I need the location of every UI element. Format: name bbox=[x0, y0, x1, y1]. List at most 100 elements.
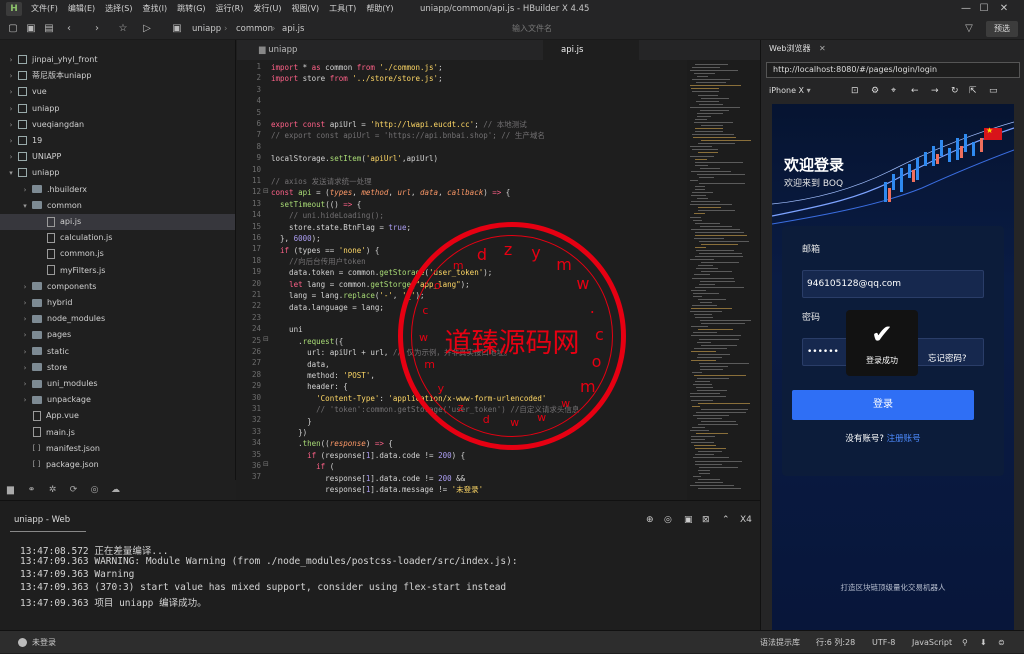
tab-uniapp[interactable]: ▆ uniapp bbox=[259, 40, 297, 60]
email-field[interactable]: 946105128@qq.com bbox=[802, 270, 984, 298]
chevron-right-icon[interactable]: › bbox=[6, 149, 16, 165]
syntax-hint-library[interactable]: 语法提示库 bbox=[760, 631, 800, 654]
chevron-right-icon[interactable]: › bbox=[6, 68, 16, 84]
refresh-icon[interactable]: ↻ bbox=[951, 84, 959, 98]
chevron-right-icon[interactable]: › bbox=[20, 376, 30, 392]
stop-icon[interactable]: ▣ bbox=[684, 515, 693, 525]
menu-select[interactable]: 选择(S) bbox=[100, 0, 137, 18]
register-link[interactable]: 注册账号 bbox=[887, 434, 921, 444]
external-link-icon[interactable]: ⇱ bbox=[969, 84, 977, 98]
browser-tab[interactable]: Web浏览器 bbox=[769, 40, 810, 58]
settings-icon[interactable]: ⚙ bbox=[871, 84, 879, 98]
close-button[interactable]: ✕ bbox=[986, 0, 1022, 18]
chevron-down-icon[interactable]: ▾ bbox=[20, 198, 30, 214]
breadcrumb-api[interactable]: api.js bbox=[282, 18, 304, 40]
breadcrumb-uniapp[interactable]: uniapp bbox=[192, 18, 221, 40]
fold-icon[interactable]: ⊟ bbox=[263, 460, 269, 468]
tree-item[interactable]: › uniapp bbox=[0, 101, 235, 117]
tree-item[interactable]: › uni_modules bbox=[0, 376, 235, 392]
tree-item[interactable]: › jinpai_yhyl_front bbox=[0, 52, 235, 68]
run-icon[interactable]: ▷ bbox=[140, 18, 154, 40]
forward-icon[interactable]: → bbox=[931, 84, 939, 98]
chevron-down-icon[interactable]: ▾ bbox=[6, 165, 16, 181]
console-tab[interactable]: uniapp - Web bbox=[14, 515, 70, 525]
chevron-right-icon[interactable]: › bbox=[20, 279, 30, 295]
cloud-icon[interactable]: ☁ bbox=[105, 485, 126, 495]
tree-item[interactable]: main.js bbox=[0, 425, 235, 441]
tree-item[interactable]: ▾ common bbox=[0, 198, 235, 214]
menu-edit[interactable]: 编辑(E) bbox=[63, 0, 100, 18]
folder-icon[interactable]: ▆ bbox=[0, 485, 21, 495]
download-icon[interactable]: ⬇ bbox=[980, 631, 987, 654]
git-icon[interactable]: ⟳ bbox=[63, 485, 84, 495]
preview-button[interactable]: 预选 bbox=[986, 21, 1018, 37]
url-input[interactable]: http://localhost:8080/#/pages/login/logi… bbox=[766, 62, 1020, 78]
tree-item[interactable]: calculation.js bbox=[0, 230, 235, 246]
tree-item[interactable]: › UNIAPP bbox=[0, 149, 235, 165]
login-status[interactable]: 未登录 bbox=[32, 631, 56, 654]
menu-publish[interactable]: 发行(U) bbox=[248, 0, 286, 18]
fold-icon[interactable]: ⊟ bbox=[263, 335, 269, 343]
filter-icon[interactable]: ▽ bbox=[962, 18, 976, 40]
tree-item[interactable]: myFilters.js bbox=[0, 263, 235, 279]
chevron-right-icon[interactable]: › bbox=[6, 84, 16, 100]
tree-item[interactable]: › unpackage bbox=[0, 392, 235, 408]
bug-icon[interactable]: ✲ bbox=[42, 485, 63, 495]
cursor-position[interactable]: 行:6 列:28 bbox=[816, 631, 855, 654]
minimap[interactable] bbox=[687, 60, 760, 500]
menu-tools[interactable]: 工具(T) bbox=[324, 0, 361, 18]
plugin-icon[interactable]: ⚭ bbox=[21, 485, 42, 495]
back-icon[interactable]: ← bbox=[911, 84, 919, 98]
chevron-right-icon[interactable]: › bbox=[6, 133, 16, 149]
tree-item[interactable]: › static bbox=[0, 344, 235, 360]
star-icon[interactable]: ☆ bbox=[116, 18, 130, 40]
chevron-right-icon[interactable]: › bbox=[6, 101, 16, 117]
fold-icon[interactable]: ⊟ bbox=[263, 187, 269, 195]
tab-api-js[interactable]: api.js bbox=[543, 40, 639, 60]
breadcrumb-common[interactable]: common bbox=[236, 18, 273, 40]
menu-view[interactable]: 视图(V) bbox=[286, 0, 324, 18]
tree-item[interactable]: › hybrid bbox=[0, 295, 235, 311]
menu-run[interactable]: 运行(R) bbox=[211, 0, 249, 18]
code-content[interactable]: import * as common from './common.js'; i… bbox=[271, 62, 579, 495]
clear-icon[interactable]: ⊠ bbox=[702, 515, 710, 525]
code-editor[interactable]: 1 2 3 4 5 6 7 8 9 10 11 12 13 14 15 16 17 18 19 20 21 22 23 24 2… bbox=[237, 60, 687, 500]
file-search-input[interactable]: 输入文件名 bbox=[512, 21, 942, 37]
chevron-right-icon[interactable]: › bbox=[6, 52, 16, 68]
sync-icon[interactable]: ◎ bbox=[84, 485, 105, 495]
tree-item[interactable]: › pages bbox=[0, 327, 235, 343]
target-icon[interactable]: ◎ bbox=[664, 515, 672, 525]
tree-item[interactable]: api.js bbox=[0, 214, 235, 230]
chevron-right-icon[interactable]: › bbox=[20, 327, 30, 343]
new-file-icon[interactable]: ▢ bbox=[6, 18, 20, 40]
more-icon[interactable]: ▭ bbox=[989, 84, 998, 98]
tree-item[interactable]: [ ] package.json bbox=[0, 457, 235, 473]
tree-item[interactable]: ▾ uniapp bbox=[0, 165, 235, 181]
tree-item[interactable]: › vue bbox=[0, 84, 235, 100]
tree-item[interactable]: › vueqiangdan bbox=[0, 117, 235, 133]
chevron-right-icon[interactable]: › bbox=[20, 392, 30, 408]
back-icon[interactable]: ‹ bbox=[62, 18, 76, 40]
screenshot-icon[interactable]: ⊡ bbox=[851, 84, 859, 98]
menu-goto[interactable]: 跳转(G) bbox=[172, 0, 210, 18]
tree-item[interactable]: App.vue bbox=[0, 408, 235, 424]
tree-item[interactable]: › 蒂尼版本uniapp bbox=[0, 68, 235, 84]
tree-item[interactable]: › node_modules bbox=[0, 311, 235, 327]
tree-item[interactable]: common.js bbox=[0, 246, 235, 262]
menu-help[interactable]: 帮助(Y) bbox=[361, 0, 398, 18]
chevron-right-icon[interactable]: › bbox=[20, 344, 30, 360]
tree-item[interactable]: [ ] manifest.json bbox=[0, 441, 235, 457]
chevron-right-icon[interactable]: › bbox=[20, 360, 30, 376]
browser-tab-close-icon[interactable]: ✕ bbox=[819, 40, 826, 58]
login-button[interactable]: 登录 bbox=[792, 390, 974, 420]
lock-icon[interactable]: ⊕ bbox=[646, 515, 654, 525]
tree-item[interactable]: › 19 bbox=[0, 133, 235, 149]
forward-icon[interactable]: › bbox=[90, 18, 104, 40]
tree-item[interactable]: › components bbox=[0, 279, 235, 295]
device-select[interactable]: iPhone X ▾ bbox=[769, 84, 811, 98]
console-close-button[interactable]: X4 bbox=[740, 515, 752, 525]
menu-find[interactable]: 查找(I) bbox=[137, 0, 172, 18]
save-all-icon[interactable]: ▤ bbox=[42, 18, 56, 40]
inspect-icon[interactable]: ⌖ bbox=[891, 84, 896, 98]
file-encoding[interactable]: UTF-8 bbox=[872, 631, 895, 654]
